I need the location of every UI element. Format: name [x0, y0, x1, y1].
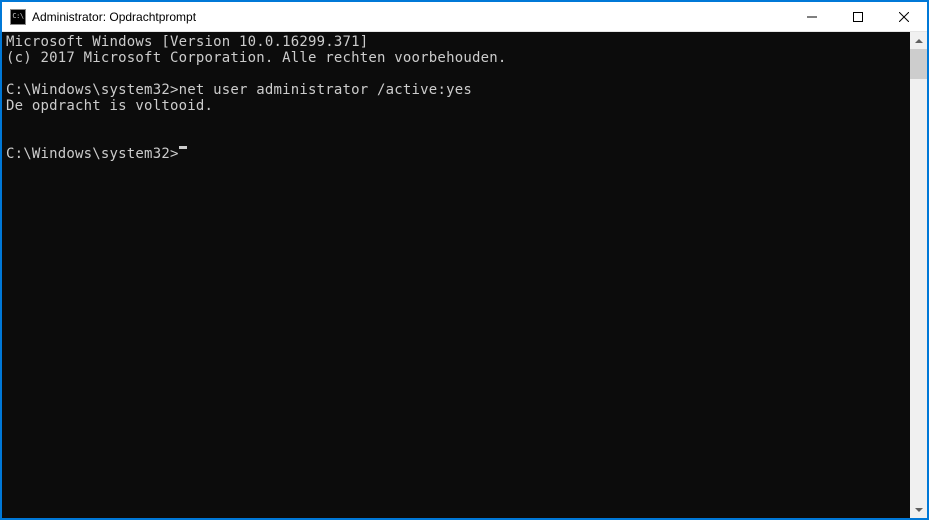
output-line: De opdracht is voltooid.	[6, 98, 910, 114]
blank-line	[6, 66, 910, 82]
chevron-down-icon	[915, 508, 923, 512]
banner-line: (c) 2017 Microsoft Corporation. Alle rec…	[6, 50, 910, 66]
minimize-icon	[807, 12, 817, 22]
command-text: net user administrator /active:yes	[179, 82, 472, 98]
prompt-text: C:\Windows\system32>	[6, 146, 179, 162]
cmd-icon: C:\	[10, 9, 26, 25]
titlebar[interactable]: C:\ Administrator: Opdrachtprompt	[2, 2, 927, 32]
blank-line	[6, 114, 910, 130]
console-output[interactable]: Microsoft Windows [Version 10.0.16299.37…	[2, 32, 910, 518]
window-title: Administrator: Opdrachtprompt	[32, 10, 789, 24]
command-prompt-window: C:\ Administrator: Opdrachtprompt Micros…	[2, 2, 927, 518]
scroll-up-button[interactable]	[910, 32, 927, 49]
window-controls	[789, 2, 927, 31]
close-button[interactable]	[881, 2, 927, 31]
prompt-text: C:\Windows\system32>	[6, 82, 179, 98]
scroll-down-button[interactable]	[910, 501, 927, 518]
blank-line	[6, 130, 910, 146]
minimize-button[interactable]	[789, 2, 835, 31]
cmd-icon-glyph: C:\	[12, 13, 23, 20]
close-icon	[899, 12, 909, 22]
scroll-thumb[interactable]	[910, 49, 927, 79]
scroll-track[interactable]	[910, 49, 927, 501]
maximize-button[interactable]	[835, 2, 881, 31]
maximize-icon	[853, 12, 863, 22]
prompt-line: C:\Windows\system32>	[6, 146, 910, 162]
vertical-scrollbar[interactable]	[910, 32, 927, 518]
banner-line: Microsoft Windows [Version 10.0.16299.37…	[6, 34, 910, 50]
command-line: C:\Windows\system32>net user administrat…	[6, 82, 910, 98]
console-area: Microsoft Windows [Version 10.0.16299.37…	[2, 32, 927, 518]
chevron-up-icon	[915, 39, 923, 43]
cursor	[179, 146, 187, 149]
